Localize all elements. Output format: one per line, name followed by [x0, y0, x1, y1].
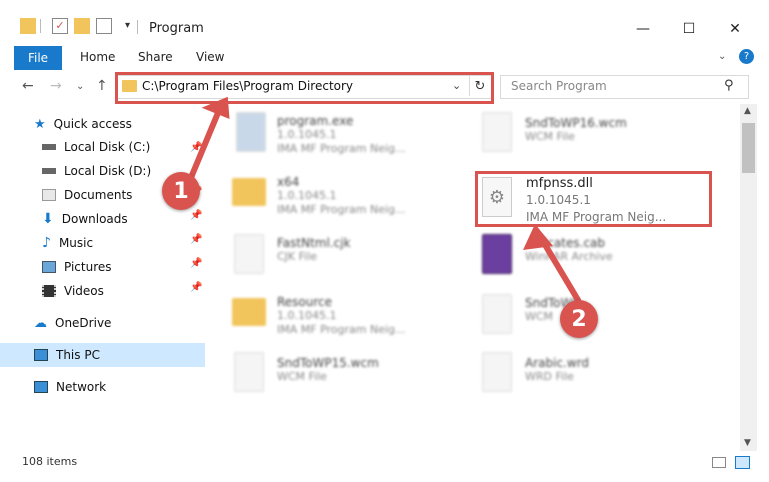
arrow-1-head — [201, 96, 230, 120]
arrow-1-shaft — [187, 105, 223, 183]
callout-1: 1 — [162, 172, 200, 210]
annotation-arrows — [187, 96, 581, 303]
arrow-2-shaft — [538, 235, 581, 303]
arrow-2-head — [523, 224, 553, 250]
callout-2: 2 — [560, 300, 598, 338]
